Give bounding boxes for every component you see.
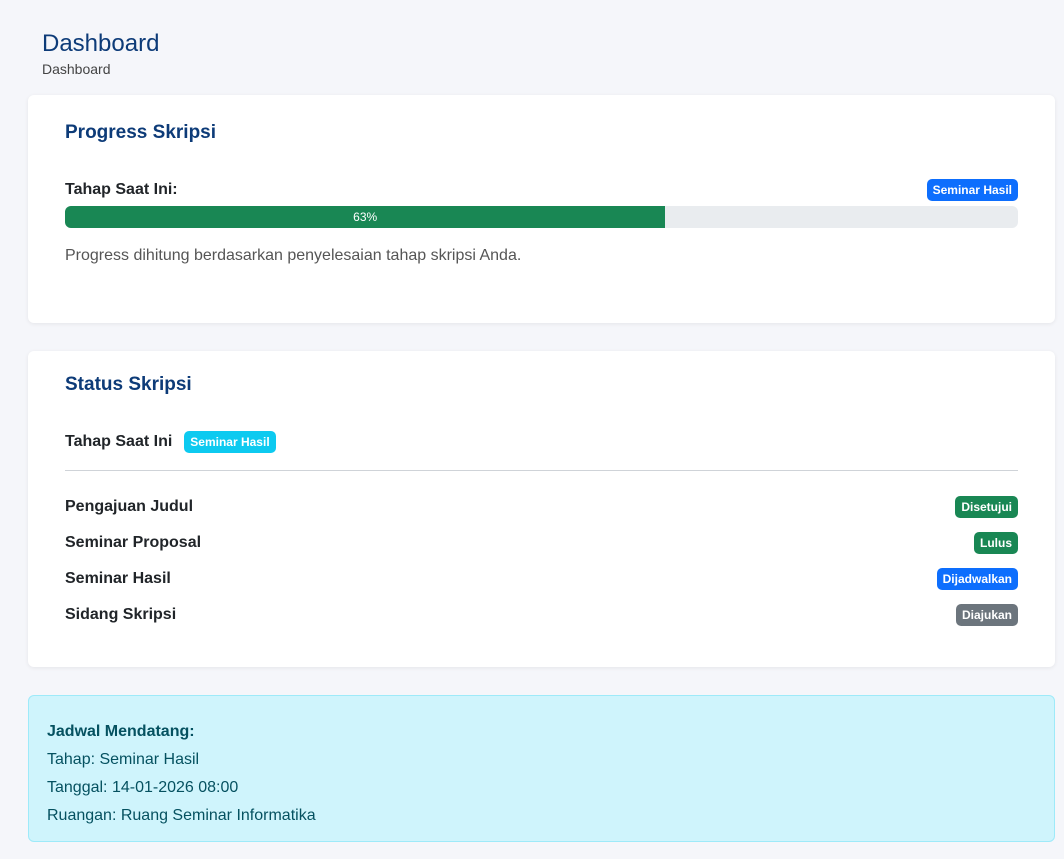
stage-row: Sidang Skripsi Diajukan bbox=[65, 597, 1018, 633]
dashboard-page: Dashboard Dashboard Progress Skripsi Tah… bbox=[0, 0, 1064, 859]
stage-status-badge: Dijadwalkan bbox=[936, 568, 1018, 590]
upcoming-schedule-alert: Jadwal Mendatang: Tahap: Seminar Hasil T… bbox=[28, 695, 1055, 842]
progress-card: Progress Skripsi Tahap Saat Ini: Seminar… bbox=[28, 95, 1055, 323]
status-card: Status Skripsi Tahap Saat Ini Seminar Ha… bbox=[28, 351, 1055, 667]
schedule-date: Tanggal: 14-01-2026 08:00 bbox=[47, 779, 239, 796]
stage-name: Seminar Hasil bbox=[65, 570, 171, 587]
status-card-title: Status Skripsi bbox=[65, 374, 192, 395]
stage-status-badge: Disetujui bbox=[955, 496, 1018, 518]
stage-row: Seminar Hasil Dijadwalkan bbox=[65, 561, 1018, 597]
progress-card-title: Progress Skripsi bbox=[65, 122, 217, 143]
breadcrumb[interactable]: Dashboard bbox=[42, 61, 1056, 77]
stage-row: Seminar Proposal Lulus bbox=[65, 525, 1018, 561]
schedule-stage: Tahap: Seminar Hasil bbox=[47, 751, 200, 768]
schedule-title: Jadwal Mendatang: bbox=[47, 723, 195, 740]
current-stage-label: Tahap Saat Ini bbox=[65, 433, 173, 450]
stage-name: Sidang Skripsi bbox=[65, 606, 177, 623]
progress-bar-fill: 63% bbox=[65, 206, 666, 228]
schedule-room: Ruangan: Ruang Seminar Informatika bbox=[47, 807, 316, 824]
stage-status-badge: Lulus bbox=[974, 532, 1018, 554]
current-stage-label: Tahap Saat Ini: bbox=[65, 181, 178, 198]
page-header: Dashboard Dashboard bbox=[42, 30, 1056, 77]
current-stage-badge: Seminar Hasil bbox=[184, 431, 276, 453]
progress-head: Tahap Saat Ini: Seminar Hasil bbox=[65, 179, 1018, 201]
stage-list: Pengajuan Judul Disetujui Seminar Propos… bbox=[65, 489, 1018, 633]
current-stage-row: Tahap Saat Ini Seminar Hasil bbox=[65, 431, 1018, 471]
current-stage-badge: Seminar Hasil bbox=[926, 179, 1018, 201]
stage-status-badge: Diajukan bbox=[955, 604, 1018, 626]
page-title: Dashboard bbox=[42, 30, 160, 57]
stage-name: Seminar Proposal bbox=[65, 534, 202, 551]
stage-name: Pengajuan Judul bbox=[65, 498, 194, 515]
stage-row: Pengajuan Judul Disetujui bbox=[65, 489, 1018, 525]
progress-note: Progress dihitung berdasarkan penyelesai… bbox=[65, 247, 522, 264]
progress-bar: 63% bbox=[65, 206, 1018, 228]
